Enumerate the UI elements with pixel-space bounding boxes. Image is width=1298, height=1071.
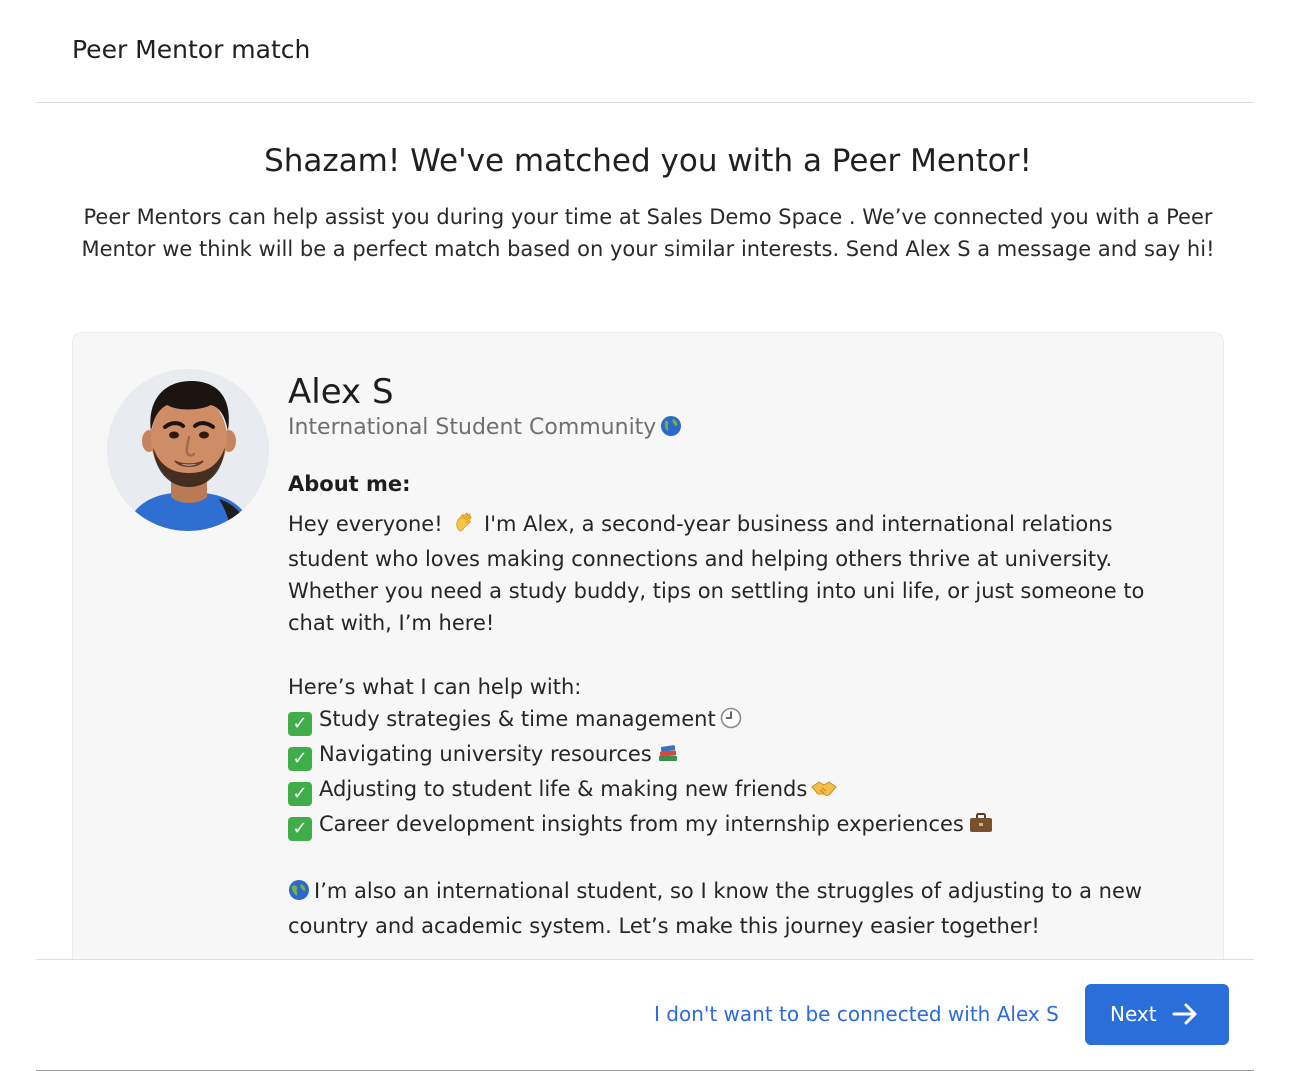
help-heading: Here’s what I can help with: — [288, 675, 582, 699]
help-list: ✓ Study strategies & time management ✓ Nav… — [288, 703, 1188, 843]
help-item-label: Navigating university resources — [319, 742, 652, 766]
bio-intro: Hey everyone! I'm Alex, a second-year bu… — [288, 508, 1188, 639]
next-button[interactable]: Next — [1085, 984, 1229, 1045]
match-headline: Shazam! We've matched you with a Peer Me… — [264, 143, 1032, 179]
avatar-portrait — [107, 369, 269, 531]
help-item-label: Career development insights from my inte… — [319, 812, 964, 836]
modal-header: Peer Mentor match — [36, 0, 1254, 103]
checkmark-icon: ✓ — [288, 817, 312, 841]
checkmark-icon: ✓ — [288, 782, 312, 806]
bio-closing: I’m also an international student, so I … — [288, 875, 1188, 942]
briefcase-icon — [968, 811, 994, 843]
about-me-label: About me: — [288, 472, 411, 496]
list-item: ✓ Adjusting to student life & making new … — [288, 773, 1188, 808]
next-button-label: Next — [1110, 1002, 1157, 1026]
modal-footer: I don't want to be connected with Alex S… — [36, 959, 1254, 1071]
globe-icon — [660, 415, 682, 446]
list-item: ✓ Career development insights from my int… — [288, 808, 1188, 843]
mentor-name: Alex S — [288, 372, 394, 412]
modal-body[interactable]: Shazam! We've matched you with a Peer Me… — [36, 103, 1254, 959]
closing-text: I’m also an international student, so I … — [288, 879, 1143, 938]
globe-icon — [288, 878, 310, 910]
arrow-right-icon — [1171, 1001, 1199, 1032]
list-item: ✓ Navigating university resources — [288, 738, 1188, 773]
books-icon — [656, 741, 680, 773]
modal-title: Peer Mentor match — [72, 35, 311, 64]
handshake-icon — [811, 776, 838, 808]
help-item-label: Study strategies & time management — [319, 707, 716, 731]
mentor-community-label: International Student Community — [288, 415, 657, 440]
checkmark-icon: ✓ — [288, 747, 312, 771]
avatar — [107, 369, 269, 531]
mentor-community: International Student Community — [288, 413, 1188, 446]
peer-mentor-modal: Peer Mentor match Shazam! We've matched … — [36, 0, 1254, 1071]
clock-icon — [720, 706, 742, 738]
bio-greeting: Hey everyone! — [288, 512, 443, 536]
checkmark-icon: ✓ — [288, 712, 312, 736]
list-item: ✓ Study strategies & time management — [288, 703, 1188, 738]
mentor-bio: Hey everyone! I'm Alex, a second-year bu… — [288, 508, 1188, 942]
mentor-profile: Alex S International Student Community A… — [288, 371, 1188, 942]
help-item-label: Adjusting to student life & making new f… — [319, 777, 808, 801]
decline-connection-link[interactable]: I don't want to be connected with Alex S — [654, 1002, 1059, 1026]
mentor-card: Alex S International Student Community A… — [72, 332, 1224, 959]
match-intro: Peer Mentors can help assist you during … — [81, 205, 1215, 261]
waving-hand-icon — [453, 510, 477, 543]
